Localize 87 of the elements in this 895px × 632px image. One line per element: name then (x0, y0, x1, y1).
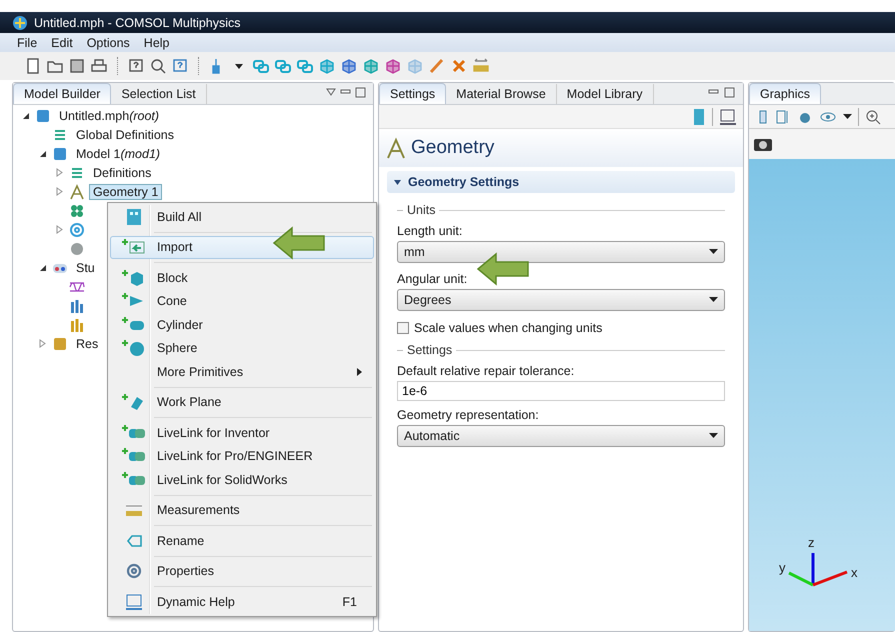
camera-icon[interactable] (753, 136, 773, 152)
panel-tab[interactable]: Model Library (556, 84, 654, 104)
molecule-icon (69, 202, 85, 218)
panel-tab[interactable]: Graphics (749, 83, 822, 104)
menu-item[interactable]: Rename (110, 529, 374, 552)
close-icon[interactable] (450, 57, 468, 75)
menu-item[interactable]: Help (144, 36, 170, 50)
menu-item[interactable]: Work Plane (110, 390, 374, 414)
zoom-in-icon[interactable] (865, 108, 881, 124)
help-icon (125, 592, 143, 611)
menu-item[interactable]: Measurements (110, 498, 374, 522)
menu-item[interactable]: More Primitives (110, 360, 374, 384)
menu-item[interactable]: LiveLink for Inventor (110, 421, 374, 444)
pen-icon[interactable] (428, 57, 446, 75)
sphere-icon (121, 339, 147, 358)
field-label: Geometry representation: (397, 407, 540, 424)
view-controls-icon[interactable] (325, 87, 367, 99)
pointer-arrow-drawing (476, 252, 530, 286)
field-label: Length unit: (397, 223, 464, 240)
tree-item[interactable]: Untitled.mph(root) (55, 108, 164, 124)
checkbox[interactable] (397, 322, 409, 334)
group-label: Units (407, 203, 436, 217)
page-heading: Geometry (411, 137, 494, 159)
menu-item[interactable]: Edit (51, 36, 73, 50)
menu-item[interactable]: Block (110, 266, 374, 290)
overlap-icon[interactable] (296, 57, 314, 75)
help-icon[interactable] (719, 108, 737, 126)
expanded-arrow-icon[interactable] (38, 263, 47, 272)
input-field[interactable]: 1e-6 (397, 381, 725, 401)
search-icon[interactable] (149, 57, 167, 75)
import-icon (121, 238, 147, 256)
bar-chart-icon (69, 298, 85, 314)
caret-icon (709, 433, 718, 439)
menu-item[interactable]: LiveLink for Pro/ENGINEER (110, 444, 374, 468)
tree-item[interactable]: Model 1(mod1) (72, 146, 164, 162)
graphics-canvas[interactable]: z y x (749, 159, 895, 631)
panel-tab[interactable]: Selection List (111, 84, 207, 104)
tree-item[interactable]: Global Definitions (72, 126, 178, 142)
menu-item[interactable]: Dynamic Help F1 (110, 590, 374, 614)
menu-item[interactable]: Cylinder (110, 313, 374, 336)
app-logo-icon (12, 14, 28, 30)
pointer-arrow-drawing (272, 226, 326, 260)
dropdown[interactable]: mm (397, 241, 725, 263)
section-header[interactable]: Geometry Settings (387, 171, 735, 193)
tree-item[interactable]: Definitions (89, 164, 156, 180)
panel-tab[interactable]: Material Browse (446, 84, 557, 104)
dropdown[interactable]: Degrees (397, 289, 725, 311)
menu-item[interactable]: File (17, 36, 38, 50)
axis-label: z (808, 535, 814, 550)
compass-icon (69, 184, 85, 200)
menu-item[interactable]: LiveLink for SolidWorks (110, 468, 374, 492)
caret-icon (709, 249, 718, 255)
bar-chart-icon (69, 316, 85, 332)
expanded-arrow-icon[interactable] (38, 149, 47, 158)
checkbox-label[interactable]: Scale values when changing units (414, 321, 602, 335)
tree-item[interactable]: Res (72, 336, 102, 352)
target-icon (69, 222, 85, 238)
expanded-arrow-icon[interactable] (393, 178, 402, 186)
tree-item[interactable]: Geometry 1 (89, 184, 162, 200)
panel-tab[interactable]: Settings (379, 83, 446, 104)
collapsed-arrow-icon[interactable] (55, 187, 64, 196)
field-label: Default relative repair tolerance: (397, 363, 576, 380)
section-title: Geometry Settings (408, 175, 520, 189)
tree-item[interactable]: Stu (72, 260, 99, 276)
field-label: Angular unit: (397, 271, 468, 288)
menu-item[interactable]: Properties (110, 560, 374, 583)
axis-label: y (779, 560, 786, 575)
view-controls-icon[interactable] (707, 87, 737, 99)
caret-icon[interactable] (843, 114, 852, 120)
compass-icon (385, 137, 407, 159)
panel-tab[interactable]: Model Builder (13, 83, 112, 104)
menu-item[interactable]: Sphere (110, 336, 374, 360)
menu-item[interactable]: Options (86, 36, 130, 50)
menu-item[interactable]: Cone (110, 290, 374, 313)
dropdown[interactable]: Automatic (397, 425, 725, 447)
rectangle-icon[interactable] (757, 108, 769, 124)
collapsed-arrow-icon[interactable] (38, 339, 47, 348)
expanded-arrow-icon[interactable] (21, 111, 30, 120)
save-icon[interactable] (68, 57, 86, 75)
caret-icon (709, 297, 718, 303)
collapsed-arrow-icon[interactable] (55, 168, 64, 177)
overlap-icon[interactable] (274, 57, 292, 75)
axis-label: x (851, 565, 858, 580)
group-label: Settings (407, 343, 452, 357)
window-title: Untitled.mph - COMSOL Multiphysics (34, 16, 241, 30)
collapsed-arrow-icon[interactable] (55, 225, 64, 234)
menu-item[interactable]: Build All (110, 205, 374, 228)
